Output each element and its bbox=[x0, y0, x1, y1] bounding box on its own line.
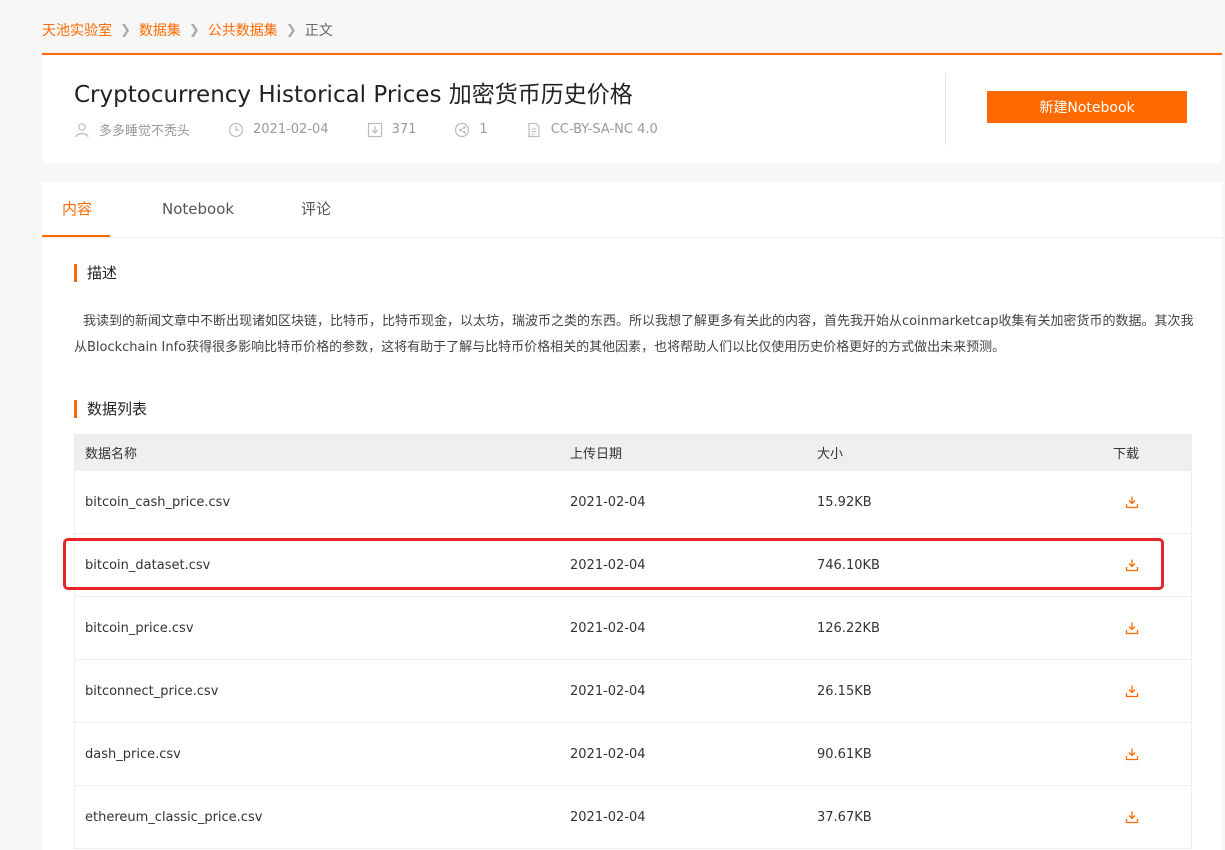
description-heading: 描述 bbox=[74, 264, 117, 282]
page-title: Cryptocurrency Historical Prices 加密货币历史价… bbox=[74, 82, 633, 108]
file-name: bitconnect_price.csv bbox=[85, 683, 219, 699]
file-size: 15.92KB bbox=[817, 494, 872, 510]
header-download: 下载 bbox=[1113, 447, 1140, 462]
dataset-header: Cryptocurrency Historical Prices 加密货币历史价… bbox=[42, 53, 1222, 163]
active-tab-indicator bbox=[42, 235, 110, 237]
table-row: bitconnect_price.csv 2021-02-04 26.15KB bbox=[75, 660, 1191, 723]
tab-bar: 内容 Notebook 评论 bbox=[42, 182, 1222, 238]
download-count-icon bbox=[367, 122, 382, 137]
header-name: 数据名称 bbox=[85, 447, 138, 462]
chevron-right-icon: ❯ bbox=[285, 22, 297, 38]
download-count: 371 bbox=[391, 122, 417, 137]
download-icon[interactable] bbox=[1125, 747, 1139, 761]
download-icon[interactable] bbox=[1125, 684, 1139, 698]
download-icon[interactable] bbox=[1125, 810, 1139, 824]
meta-shares: 1 bbox=[454, 122, 488, 138]
description-text: 我读到的新闻文章中不断出现诸如区块链，比特币，比特币现金，以太坊，瑞波币之类的东… bbox=[74, 314, 1194, 355]
chevron-right-icon: ❯ bbox=[120, 22, 131, 38]
file-date: 2021-02-04 bbox=[570, 809, 646, 825]
table-row: ethereum_classic_price.csv 2021-02-04 37… bbox=[75, 786, 1191, 849]
breadcrumb-link-datasets[interactable]: 数据集 bbox=[139, 20, 181, 40]
file-name: ethereum_classic_price.csv bbox=[85, 809, 263, 825]
tab-comments[interactable]: 评论 bbox=[301, 182, 331, 237]
chevron-right-icon: ❯ bbox=[188, 22, 200, 38]
header-size: 大小 bbox=[817, 447, 844, 462]
file-name: bitcoin_price.csv bbox=[85, 620, 194, 636]
file-date: 2021-02-04 bbox=[570, 620, 646, 636]
datalist-heading: 数据列表 bbox=[74, 400, 147, 418]
download-icon[interactable] bbox=[1125, 558, 1139, 572]
author-name[interactable]: 多多睡觉不秃头 bbox=[99, 120, 190, 139]
content-panel: 内容 Notebook 评论 描述 我读到的新闻文章中不断出现诸如区块链，比特币… bbox=[42, 182, 1222, 850]
new-notebook-button[interactable]: 新建Notebook bbox=[987, 91, 1187, 123]
user-icon bbox=[75, 122, 89, 137]
file-date: 2021-02-04 bbox=[570, 557, 646, 573]
file-date: 2021-02-04 bbox=[570, 494, 646, 510]
breadcrumb: 天池实验室 ❯ 数据集 ❯ 公共数据集 ❯ 正文 bbox=[42, 20, 333, 40]
download-icon[interactable] bbox=[1125, 621, 1139, 635]
license: CC-BY-SA-NC 4.0 bbox=[550, 122, 658, 137]
table-header: 数据名称 上传日期 大小 下载 bbox=[75, 434, 1191, 471]
data-table: 数据名称 上传日期 大小 下载 bitcoin_cash_price.csv 2… bbox=[74, 434, 1192, 849]
publish-date: 2021-02-04 bbox=[253, 122, 329, 137]
tab-notebook[interactable]: Notebook bbox=[162, 182, 234, 237]
file-size: 746.10KB bbox=[817, 557, 880, 573]
download-icon[interactable] bbox=[1125, 495, 1139, 509]
dataset-meta: 多多睡觉不秃头 2021-02-04 371 1 CC-BY-SA-NC 4.0 bbox=[74, 120, 696, 139]
table-row: bitcoin_cash_price.csv 2021-02-04 15.92K… bbox=[75, 471, 1191, 534]
table-row: bitcoin_dataset.csv 2021-02-04 746.10KB bbox=[75, 534, 1191, 597]
file-size: 126.22KB bbox=[817, 620, 880, 636]
file-size: 37.67KB bbox=[817, 809, 872, 825]
header-date: 上传日期 bbox=[570, 447, 623, 462]
share-count: 1 bbox=[479, 122, 488, 137]
meta-date: 2021-02-04 bbox=[228, 122, 329, 138]
tab-content[interactable]: 内容 bbox=[62, 182, 92, 237]
file-date: 2021-02-04 bbox=[570, 746, 646, 762]
clock-icon bbox=[228, 122, 244, 137]
share-icon bbox=[455, 122, 470, 137]
file-size: 26.15KB bbox=[817, 683, 872, 699]
table-row: bitcoin_price.csv 2021-02-04 126.22KB bbox=[75, 597, 1191, 660]
meta-author: 多多睡觉不秃头 bbox=[74, 120, 190, 139]
file-name: bitcoin_dataset.csv bbox=[85, 557, 211, 573]
file-size: 90.61KB bbox=[817, 746, 872, 762]
header-divider bbox=[945, 73, 946, 145]
breadcrumb-link-tianchi-lab[interactable]: 天池实验室 bbox=[42, 20, 112, 40]
breadcrumb-link-public-datasets[interactable]: 公共数据集 bbox=[208, 20, 278, 40]
file-name: dash_price.csv bbox=[85, 746, 181, 762]
file-date: 2021-02-04 bbox=[570, 683, 646, 699]
meta-downloads: 371 bbox=[367, 122, 417, 138]
document-icon bbox=[528, 122, 540, 137]
table-row: dash_price.csv 2021-02-04 90.61KB bbox=[75, 723, 1191, 786]
breadcrumb-current: 正文 bbox=[304, 23, 333, 39]
meta-license: CC-BY-SA-NC 4.0 bbox=[526, 122, 658, 138]
file-name: bitcoin_cash_price.csv bbox=[85, 494, 231, 510]
